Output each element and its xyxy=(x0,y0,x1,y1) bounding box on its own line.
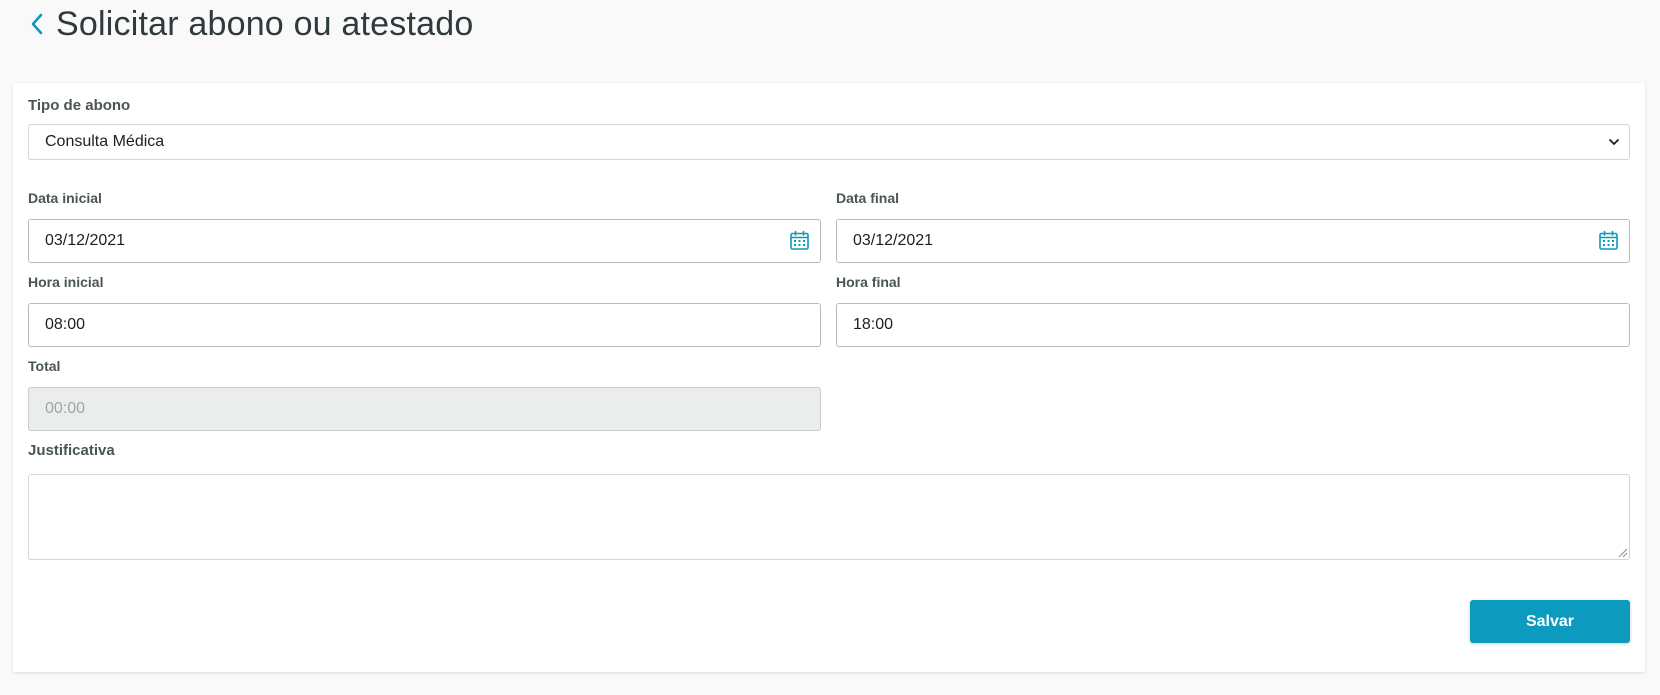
tipo-abono-value: Consulta Médica xyxy=(45,133,165,150)
chevron-down-icon xyxy=(1609,139,1619,145)
justificativa-textarea[interactable] xyxy=(28,474,1630,560)
total-value: 00:00 xyxy=(45,400,86,417)
hora-final-label: Hora final xyxy=(836,274,901,290)
data-inicial-input[interactable]: 03/12/2021 xyxy=(28,219,821,263)
hora-final-input[interactable]: 18:00 xyxy=(836,303,1630,347)
hora-inicial-input[interactable]: 08:00 xyxy=(28,303,821,347)
tipo-abono-select[interactable]: Consulta Médica xyxy=(28,124,1630,160)
total-label: Total xyxy=(28,358,61,374)
total-input: 00:00 xyxy=(28,387,821,431)
data-final-value: 03/12/2021 xyxy=(853,232,934,249)
data-final-input[interactable]: 03/12/2021 xyxy=(836,219,1630,263)
tipo-abono-label: Tipo de abono xyxy=(28,97,131,114)
page-header: Solicitar abono ou atestado xyxy=(26,2,473,46)
chevron-left-icon xyxy=(31,13,43,35)
form-card: Tipo de abono Consulta Médica Data inici… xyxy=(13,83,1645,672)
hora-inicial-value: 08:00 xyxy=(45,316,86,333)
data-inicial-value: 03/12/2021 xyxy=(45,232,126,249)
resize-handle-icon[interactable] xyxy=(1616,546,1628,558)
calendar-icon[interactable] xyxy=(1598,230,1619,251)
data-final-label: Data final xyxy=(836,190,900,206)
hora-inicial-label: Hora inicial xyxy=(28,274,104,290)
calendar-icon[interactable] xyxy=(789,230,810,251)
justificativa-label: Justificativa xyxy=(28,442,115,459)
hora-final-value: 18:00 xyxy=(853,316,894,333)
page-title: Solicitar abono ou atestado xyxy=(56,5,474,43)
save-button[interactable]: Salvar xyxy=(1470,600,1630,643)
back-button[interactable] xyxy=(26,2,48,46)
data-inicial-label: Data inicial xyxy=(28,190,102,206)
